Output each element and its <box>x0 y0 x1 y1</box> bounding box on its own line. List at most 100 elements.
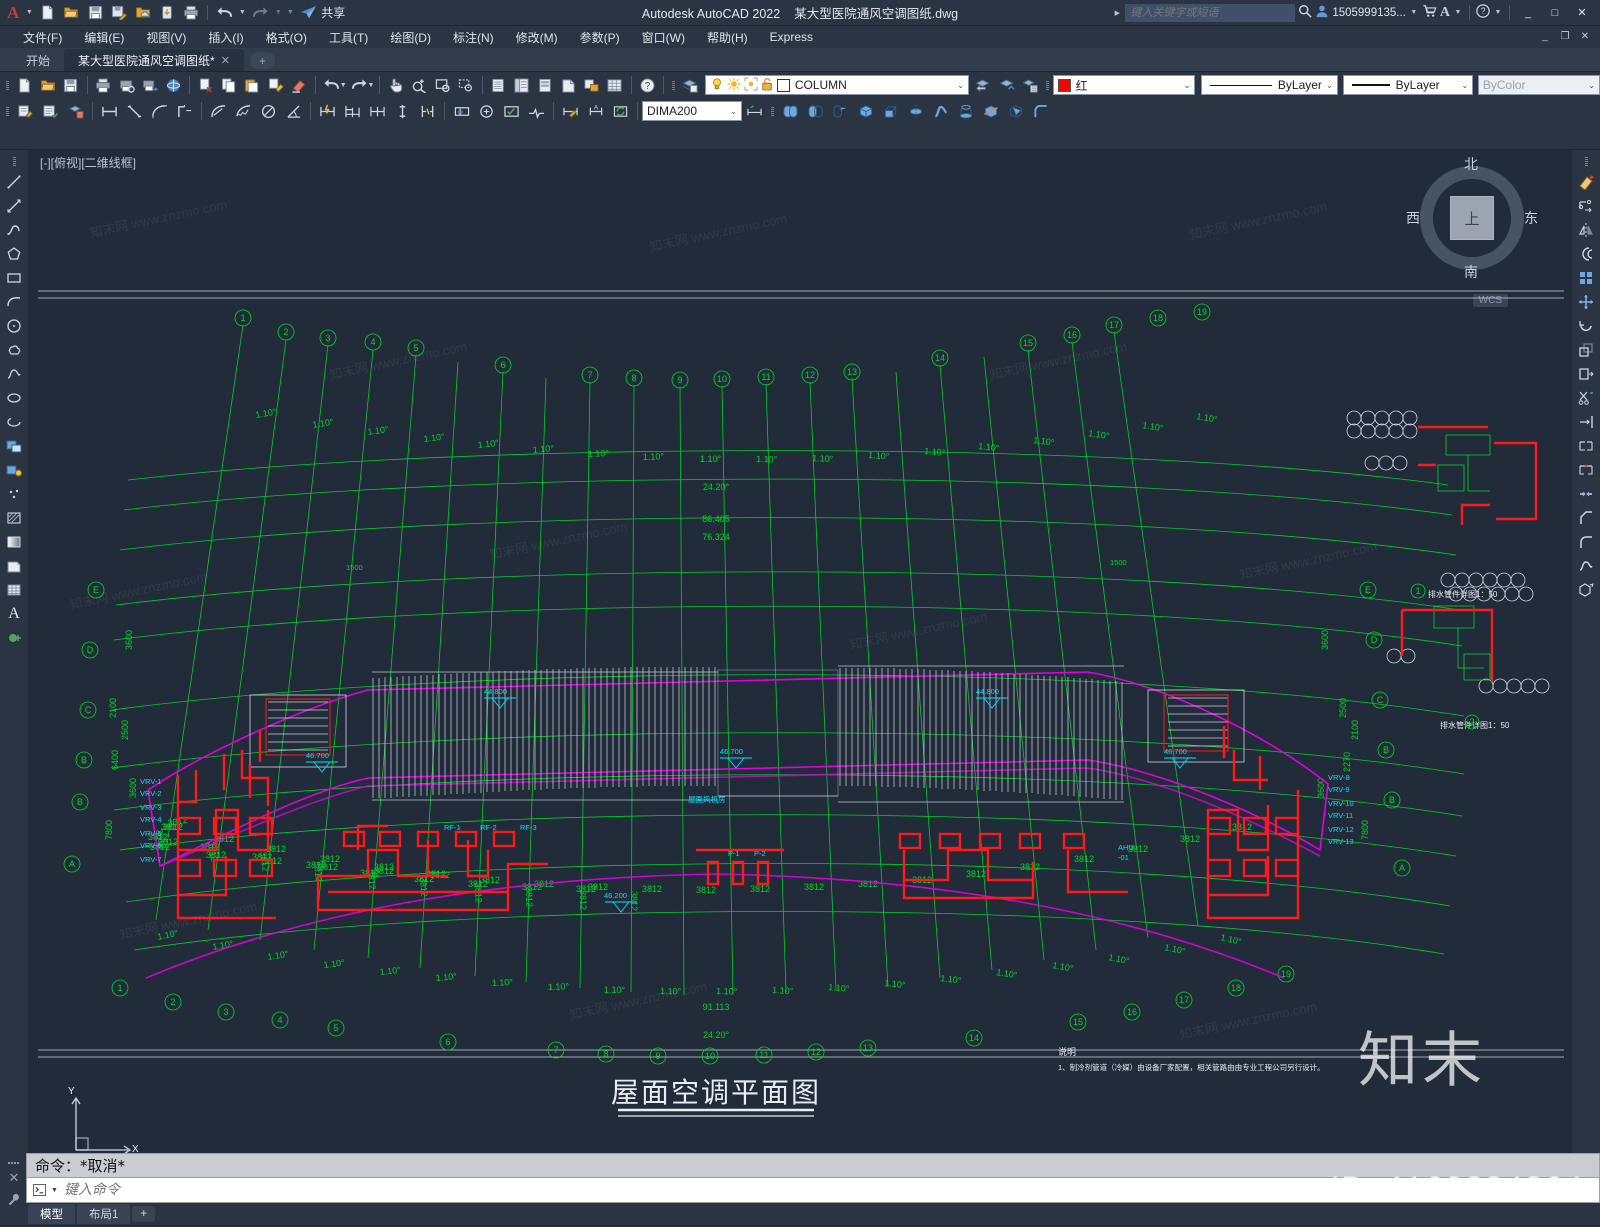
compass-west-label[interactable]: 西 <box>1406 208 1420 228</box>
dim-override-icon[interactable]: A <box>583 100 608 122</box>
fillet-icon[interactable] <box>1574 530 1598 554</box>
solid-box-icon[interactable] <box>853 100 878 122</box>
help-icon[interactable]: ? <box>1476 4 1490 21</box>
tolerance-icon[interactable]: ⊕ <box>449 100 474 122</box>
erase-icon[interactable] <box>287 74 310 96</box>
match-properties-icon[interactable] <box>264 74 287 96</box>
dim-arc-length-icon[interactable] <box>147 100 172 122</box>
layer-combo[interactable]: COLUMN ⌄ <box>704 75 969 95</box>
minimize-button[interactable]: _ <box>1516 2 1540 24</box>
dim-linear-icon[interactable] <box>97 100 122 122</box>
cart-icon[interactable] <box>1422 4 1437 21</box>
sheet-set-icon[interactable] <box>557 74 580 96</box>
linetype-combo[interactable]: ByLayer ⌄ <box>1200 75 1338 95</box>
close-button[interactable]: ✕ <box>1570 2 1594 24</box>
layer-previous-icon[interactable] <box>972 74 995 96</box>
ellipse-icon[interactable] <box>2 386 26 410</box>
dim-break-icon[interactable] <box>415 100 440 122</box>
search-icon[interactable] <box>1298 4 1313 21</box>
table-icon[interactable] <box>2 578 26 602</box>
cloud-save-icon[interactable] <box>132 3 154 23</box>
zoom-window-icon[interactable] <box>431 74 454 96</box>
menu-dimension[interactable]: 标注(N) <box>442 27 505 48</box>
qnew-icon[interactable] <box>13 74 36 96</box>
view-cube[interactable]: 北 南 西 东 上 <box>1406 156 1538 280</box>
layer-dropdown-icon[interactable]: ⌄ <box>953 81 964 90</box>
command-line-close-icon[interactable]: ✕ <box>4 1170 24 1186</box>
dim-aligned-icon[interactable] <box>122 100 147 122</box>
solid-extrude-icon[interactable] <box>878 100 903 122</box>
scale-icon[interactable] <box>1574 338 1598 362</box>
account-name[interactable]: 1505999135... <box>1332 7 1406 19</box>
solid-loft-icon[interactable] <box>953 100 978 122</box>
hatch-icon[interactable] <box>2 506 26 530</box>
region-icon[interactable] <box>2 554 26 578</box>
synchronize-attributes-icon[interactable] <box>63 100 88 122</box>
3dorbit-icon[interactable] <box>162 74 185 96</box>
point-icon[interactable] <box>2 482 26 506</box>
undo-icon[interactable] <box>213 3 235 23</box>
layer-freeze-icon[interactable] <box>727 76 741 94</box>
properties-palette-icon[interactable] <box>487 74 510 96</box>
offset-icon[interactable] <box>1574 242 1598 266</box>
tab-close-icon[interactable]: ✕ <box>221 54 230 67</box>
menu-format[interactable]: 格式(O) <box>255 27 318 48</box>
paste-icon[interactable] <box>241 74 264 96</box>
autodesk-logo-icon[interactable]: A <box>4 3 22 23</box>
gradient-icon[interactable] <box>2 530 26 554</box>
cad-drawing[interactable]: .g { stroke:#00d824; fill:none; stroke-w… <box>28 150 1572 1153</box>
layer-properties-icon[interactable] <box>678 74 701 96</box>
solid-union-icon[interactable] <box>778 100 803 122</box>
publish-icon[interactable] <box>138 74 161 96</box>
viewcube-top-face[interactable]: 上 <box>1450 196 1494 240</box>
share-icon[interactable] <box>297 3 319 23</box>
menu-edit[interactable]: 编辑(E) <box>73 27 135 48</box>
copy-icon[interactable] <box>217 74 240 96</box>
trim-icon[interactable] <box>1574 386 1598 410</box>
redo-icon[interactable] <box>347 74 370 96</box>
polyline-icon[interactable] <box>2 218 26 242</box>
lineweight-dropdown-icon[interactable]: ⌄ <box>1457 81 1468 90</box>
maximize-button[interactable]: □ <box>1543 2 1567 24</box>
designcenter-icon[interactable] <box>510 74 533 96</box>
redo-dropdown-icon[interactable]: ▼ <box>273 9 283 16</box>
solid-subtract-icon[interactable] <box>803 100 828 122</box>
cut-icon[interactable] <box>194 74 217 96</box>
jogged-linear-icon[interactable] <box>524 100 549 122</box>
app-menu-caret-icon[interactable]: ▼ <box>24 9 34 16</box>
tab-drawing[interactable]: 某大型医院通风空调图纸* ✕ <box>64 49 244 71</box>
solid-slice-icon[interactable] <box>978 100 1003 122</box>
dim-jogged-icon[interactable] <box>231 100 256 122</box>
menu-express[interactable]: Express <box>759 28 824 46</box>
spline-icon[interactable] <box>2 362 26 386</box>
add-selected-icon[interactable] <box>2 626 26 650</box>
solid-section-icon[interactable] <box>1003 100 1028 122</box>
rotate-icon[interactable] <box>1574 314 1598 338</box>
menu-tools[interactable]: 工具(T) <box>318 27 379 48</box>
break-icon[interactable] <box>1574 434 1598 458</box>
dim-space-icon[interactable] <box>390 100 415 122</box>
block-attribute-manager-icon[interactable] <box>38 100 63 122</box>
stretch-icon[interactable] <box>1574 362 1598 386</box>
autodesk-app-caret-icon[interactable]: ▼ <box>1453 9 1463 16</box>
table-icon[interactable] <box>603 74 626 96</box>
save-icon[interactable] <box>84 3 106 23</box>
doc-restore-button[interactable]: ❐ <box>1556 28 1574 44</box>
help-icon[interactable]: ? <box>636 74 659 96</box>
command-prompt-icon[interactable]: ▼ <box>27 1184 64 1196</box>
compass-north-label[interactable]: 北 <box>1464 154 1478 174</box>
dim-toolbar-grip[interactable] <box>4 102 11 120</box>
layer-toolbar-grip[interactable] <box>670 76 677 94</box>
dimstyle-combo[interactable]: DIMA200 ⌄ <box>642 101 742 121</box>
open-icon[interactable] <box>36 74 59 96</box>
dim-diameter-icon[interactable] <box>256 100 281 122</box>
dim-baseline-icon[interactable] <box>340 100 365 122</box>
draw-toolbar-grip[interactable] <box>11 152 18 170</box>
menu-parametric[interactable]: 参数(P) <box>569 27 631 48</box>
save-as-icon[interactable] <box>108 3 130 23</box>
menu-help[interactable]: 帮助(H) <box>696 27 759 48</box>
blend-curves-icon[interactable] <box>1574 554 1598 578</box>
pan-icon[interactable] <box>384 74 407 96</box>
dimension-style-icon[interactable] <box>558 100 583 122</box>
line-icon[interactable] <box>2 170 26 194</box>
